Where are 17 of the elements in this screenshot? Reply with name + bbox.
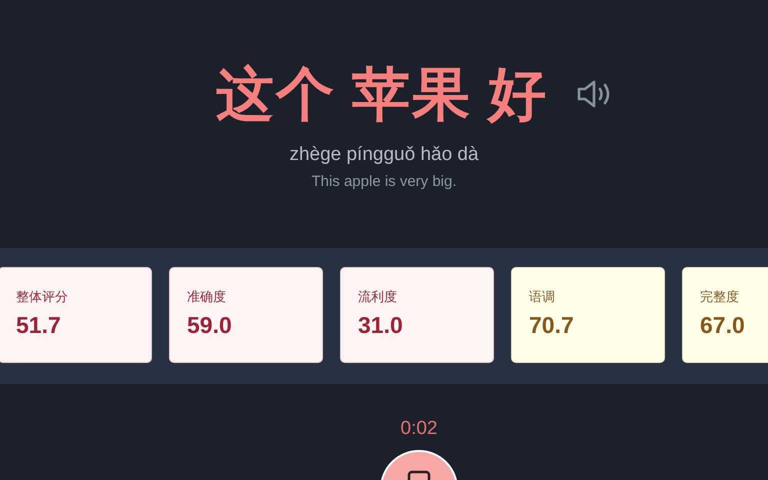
pinyin-text: zhège píngguǒ hǎo dà <box>289 144 479 166</box>
score-label: 完整度 <box>700 289 739 306</box>
speaker-icon[interactable] <box>576 79 612 109</box>
translation-text: This apple is very big. <box>311 173 457 190</box>
chinese-word: 苹果 <box>352 59 472 130</box>
recording-timer: 0:02 <box>400 418 438 440</box>
chinese-word: 好 <box>488 59 548 130</box>
score-label: 流利度 <box>358 289 397 306</box>
score-value: 31.0 <box>358 312 403 339</box>
score-value: 59.0 <box>187 312 232 339</box>
score-label: 语调 <box>529 289 555 306</box>
score-value: 51.7 <box>16 312 61 339</box>
score-value: 67.0 <box>700 312 745 339</box>
score-label: 准确度 <box>187 289 226 306</box>
chinese-word: 这个 <box>216 59 336 130</box>
score-value: 70.7 <box>529 312 574 339</box>
score-label: 整体评分 <box>16 289 68 306</box>
